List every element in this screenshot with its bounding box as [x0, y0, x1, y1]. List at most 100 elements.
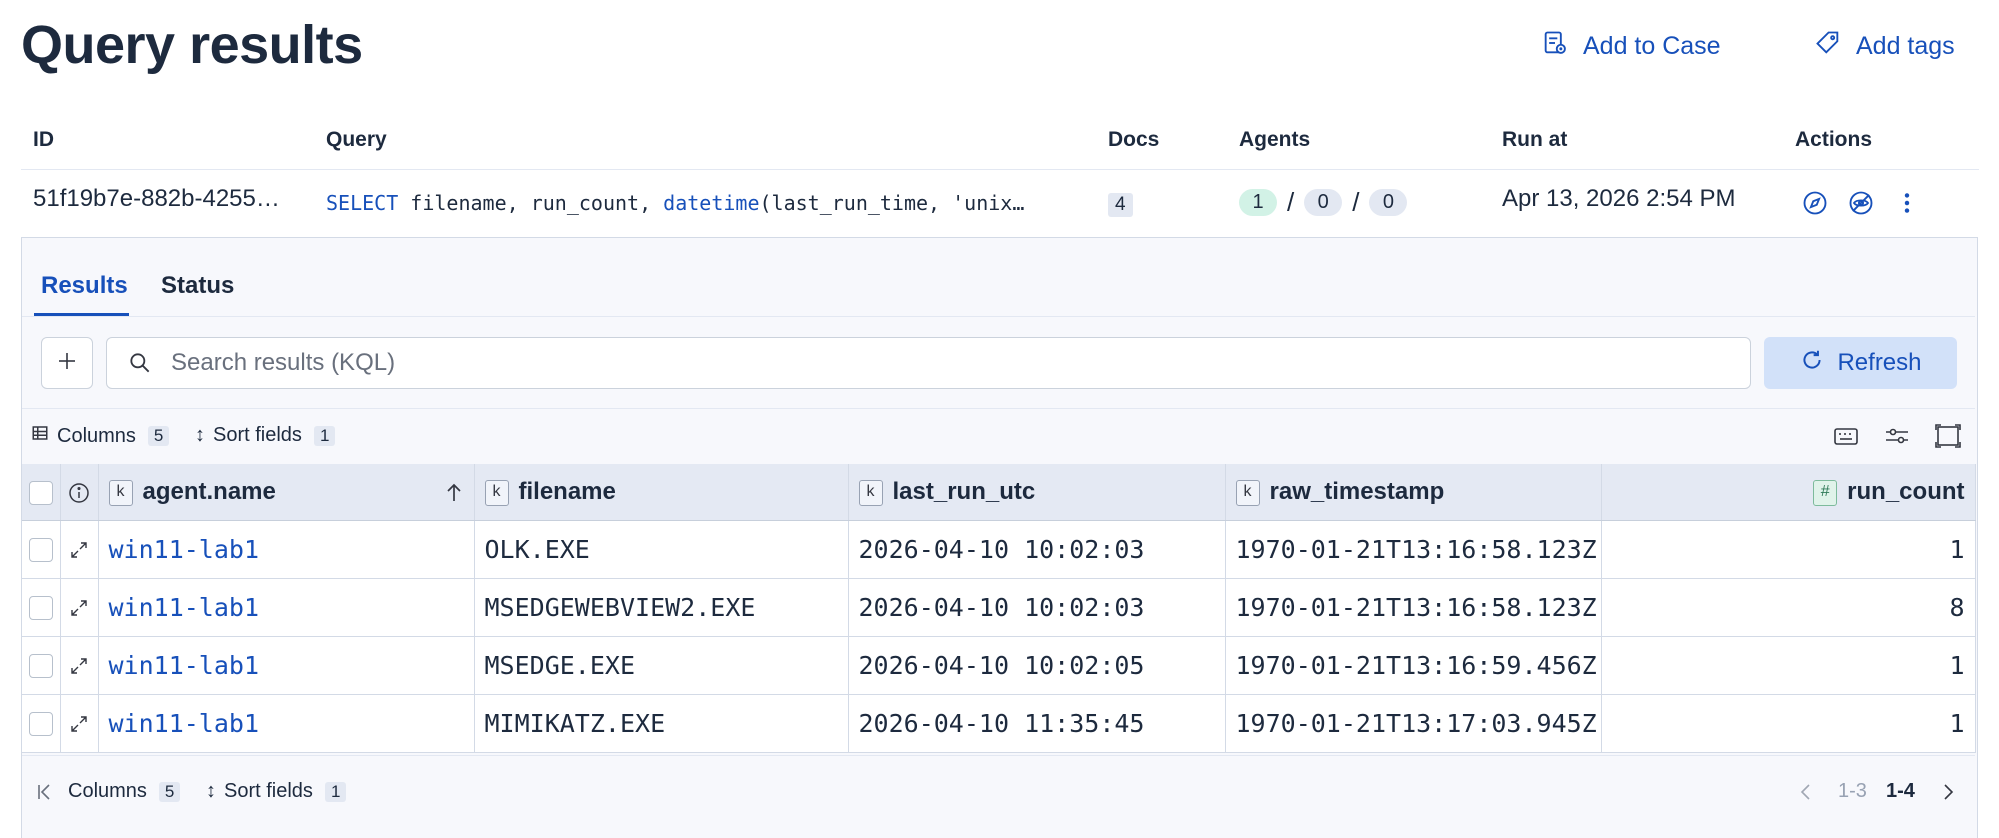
filename-cell: MSEDGE.EXE	[474, 636, 849, 695]
run-count-cell: 1	[1601, 694, 1976, 753]
search-icon	[127, 350, 153, 376]
page-prev-range[interactable]: 1-3	[1838, 780, 1867, 803]
tabs-divider	[22, 316, 1975, 317]
agents-pending-badge: 0	[1304, 189, 1343, 216]
agent-name-cell[interactable]: win11-lab1	[98, 578, 475, 637]
raw-timestamp-cell: 1970-01-21T13:16:59.456Z	[1225, 636, 1602, 695]
filename-cell: MSEDGEWEBVIEW2.EXE	[474, 578, 849, 637]
row-checkbox[interactable]	[22, 636, 61, 695]
add-filter-button[interactable]	[41, 337, 93, 389]
chevron-left-icon[interactable]	[1799, 781, 1813, 808]
columns-button[interactable]: Columns 5	[31, 424, 170, 448]
footer-sort-count: 1	[324, 781, 347, 802]
toolbar-divider	[22, 408, 1975, 409]
query-id: 51f19b7e-882b-4255…	[33, 185, 280, 212]
sort-count: 1	[313, 425, 336, 446]
select-all-checkbox[interactable]	[22, 464, 61, 521]
plus-icon	[55, 349, 79, 378]
column-header-run-count[interactable]: # run_count	[1601, 464, 1976, 521]
row-checkbox[interactable]	[22, 578, 61, 637]
more-vertical-icon[interactable]	[1893, 189, 1921, 222]
sort-fields-button[interactable]: ↕ Sort fields 1	[195, 424, 336, 447]
case-icon	[1541, 29, 1569, 64]
table-row: win11-lab1 OLK.EXE 2026-04-10 10:02:03 1…	[22, 520, 1976, 579]
columns-count: 5	[147, 426, 170, 446]
footer-sort-fields-button[interactable]: ↕ Sort fields 1	[206, 780, 347, 803]
expand-row-icon[interactable]	[60, 578, 99, 637]
search-placeholder: Search results (KQL)	[171, 349, 396, 376]
docs-count: 4	[1108, 189, 1133, 217]
first-page-icon[interactable]	[36, 781, 54, 808]
col-header-id: ID	[33, 128, 54, 151]
expand-row-icon[interactable]	[60, 520, 99, 579]
col-header-actions: Actions	[1795, 128, 1873, 151]
raw-timestamp-cell: 1970-01-21T13:16:58.123Z	[1225, 520, 1602, 579]
column-header-last-run-utc[interactable]: k last_run_utc	[848, 464, 1226, 521]
agent-name-cell[interactable]: win11-lab1	[98, 636, 475, 695]
add-tags-button[interactable]: Add tags	[1814, 29, 1955, 64]
run-count-cell: 1	[1601, 636, 1976, 695]
page-current-range[interactable]: 1-4	[1886, 780, 1915, 803]
chevron-right-icon[interactable]	[1941, 781, 1955, 808]
add-to-case-button[interactable]: Add to Case	[1541, 29, 1721, 64]
row-checkbox[interactable]	[22, 694, 61, 753]
col-header-docs: Docs	[1108, 128, 1160, 151]
refresh-button[interactable]: Refresh	[1764, 337, 1957, 389]
agents-failed-badge: 0	[1369, 189, 1408, 216]
sort-ascending-icon	[444, 478, 464, 506]
table-row: win11-lab1 MIMIKATZ.EXE 2026-04-10 11:35…	[22, 694, 1976, 753]
footer-columns-button[interactable]: Columns 5	[68, 780, 181, 803]
add-to-case-label: Add to Case	[1583, 32, 1721, 60]
col-header-run-at: Run at	[1502, 128, 1568, 151]
agents-status: 1 / 0 / 0	[1239, 187, 1408, 218]
keyword-type-icon: k	[858, 479, 883, 506]
raw-timestamp-cell: 1970-01-21T13:16:58.123Z	[1225, 578, 1602, 637]
run-count-cell: 1	[1601, 520, 1976, 579]
col-header-agents: Agents	[1239, 128, 1311, 151]
filename-cell: OLK.EXE	[474, 520, 849, 579]
footer-columns-count: 5	[158, 781, 181, 802]
query-text: SELECT filename, run_count, datetime(las…	[326, 191, 1025, 215]
table-row: win11-lab1 MSEDGE.EXE 2026-04-10 10:02:0…	[22, 636, 1976, 695]
column-header-filename[interactable]: k filename	[474, 464, 849, 521]
tab-results[interactable]: Results	[41, 272, 128, 300]
fullscreen-icon[interactable]	[1935, 424, 1961, 453]
filename-cell: MIMIKATZ.EXE	[474, 694, 849, 753]
expand-row-icon[interactable]	[60, 694, 99, 753]
add-tags-label: Add tags	[1856, 32, 1955, 60]
raw-timestamp-cell: 1970-01-21T13:17:03.945Z	[1225, 694, 1602, 753]
last-run-utc-cell: 2026-04-10 10:02:03	[848, 520, 1226, 579]
tag-icon	[1814, 29, 1842, 64]
agent-name-cell[interactable]: win11-lab1	[98, 694, 475, 753]
footer-divider	[22, 755, 1975, 756]
summary-divider	[21, 169, 1979, 170]
sort-icon: ↕	[206, 780, 216, 802]
table-icon	[31, 424, 49, 448]
sort-icon: ↕	[195, 424, 205, 446]
keyword-type-icon: k	[484, 479, 509, 506]
agent-name-cell[interactable]: win11-lab1	[98, 520, 475, 579]
column-header-agent-name[interactable]: k agent.name	[98, 464, 475, 521]
eye-off-icon[interactable]	[1847, 189, 1875, 222]
table-row: win11-lab1 MSEDGEWEBVIEW2.EXE 2026-04-10…	[22, 578, 1976, 637]
row-checkbox[interactable]	[22, 520, 61, 579]
keyword-type-icon: k	[1235, 479, 1260, 506]
keyboard-shortcuts-icon[interactable]	[1833, 425, 1859, 452]
info-icon[interactable]	[60, 464, 99, 521]
agents-success-badge: 1	[1239, 189, 1277, 216]
keyword-type-icon: k	[108, 479, 133, 506]
col-header-query: Query	[326, 128, 387, 151]
compass-icon[interactable]	[1801, 189, 1829, 222]
search-input[interactable]: Search results (KQL)	[106, 337, 1751, 389]
grid-header-row: k agent.name k filename k last_run_utc k raw…	[22, 464, 1976, 521]
number-type-icon: #	[1813, 479, 1838, 506]
last-run-utc-cell: 2026-04-10 10:02:05	[848, 636, 1226, 695]
run-count-cell: 8	[1601, 578, 1976, 637]
results-grid: k agent.name k filename k last_run_utc k raw…	[22, 464, 1976, 753]
tab-status[interactable]: Status	[161, 272, 234, 300]
display-settings-icon[interactable]	[1884, 425, 1910, 452]
refresh-icon	[1799, 347, 1825, 380]
expand-row-icon[interactable]	[60, 636, 99, 695]
last-run-utc-cell: 2026-04-10 11:35:45	[848, 694, 1226, 753]
column-header-raw-timestamp[interactable]: k raw_timestamp	[1225, 464, 1602, 521]
